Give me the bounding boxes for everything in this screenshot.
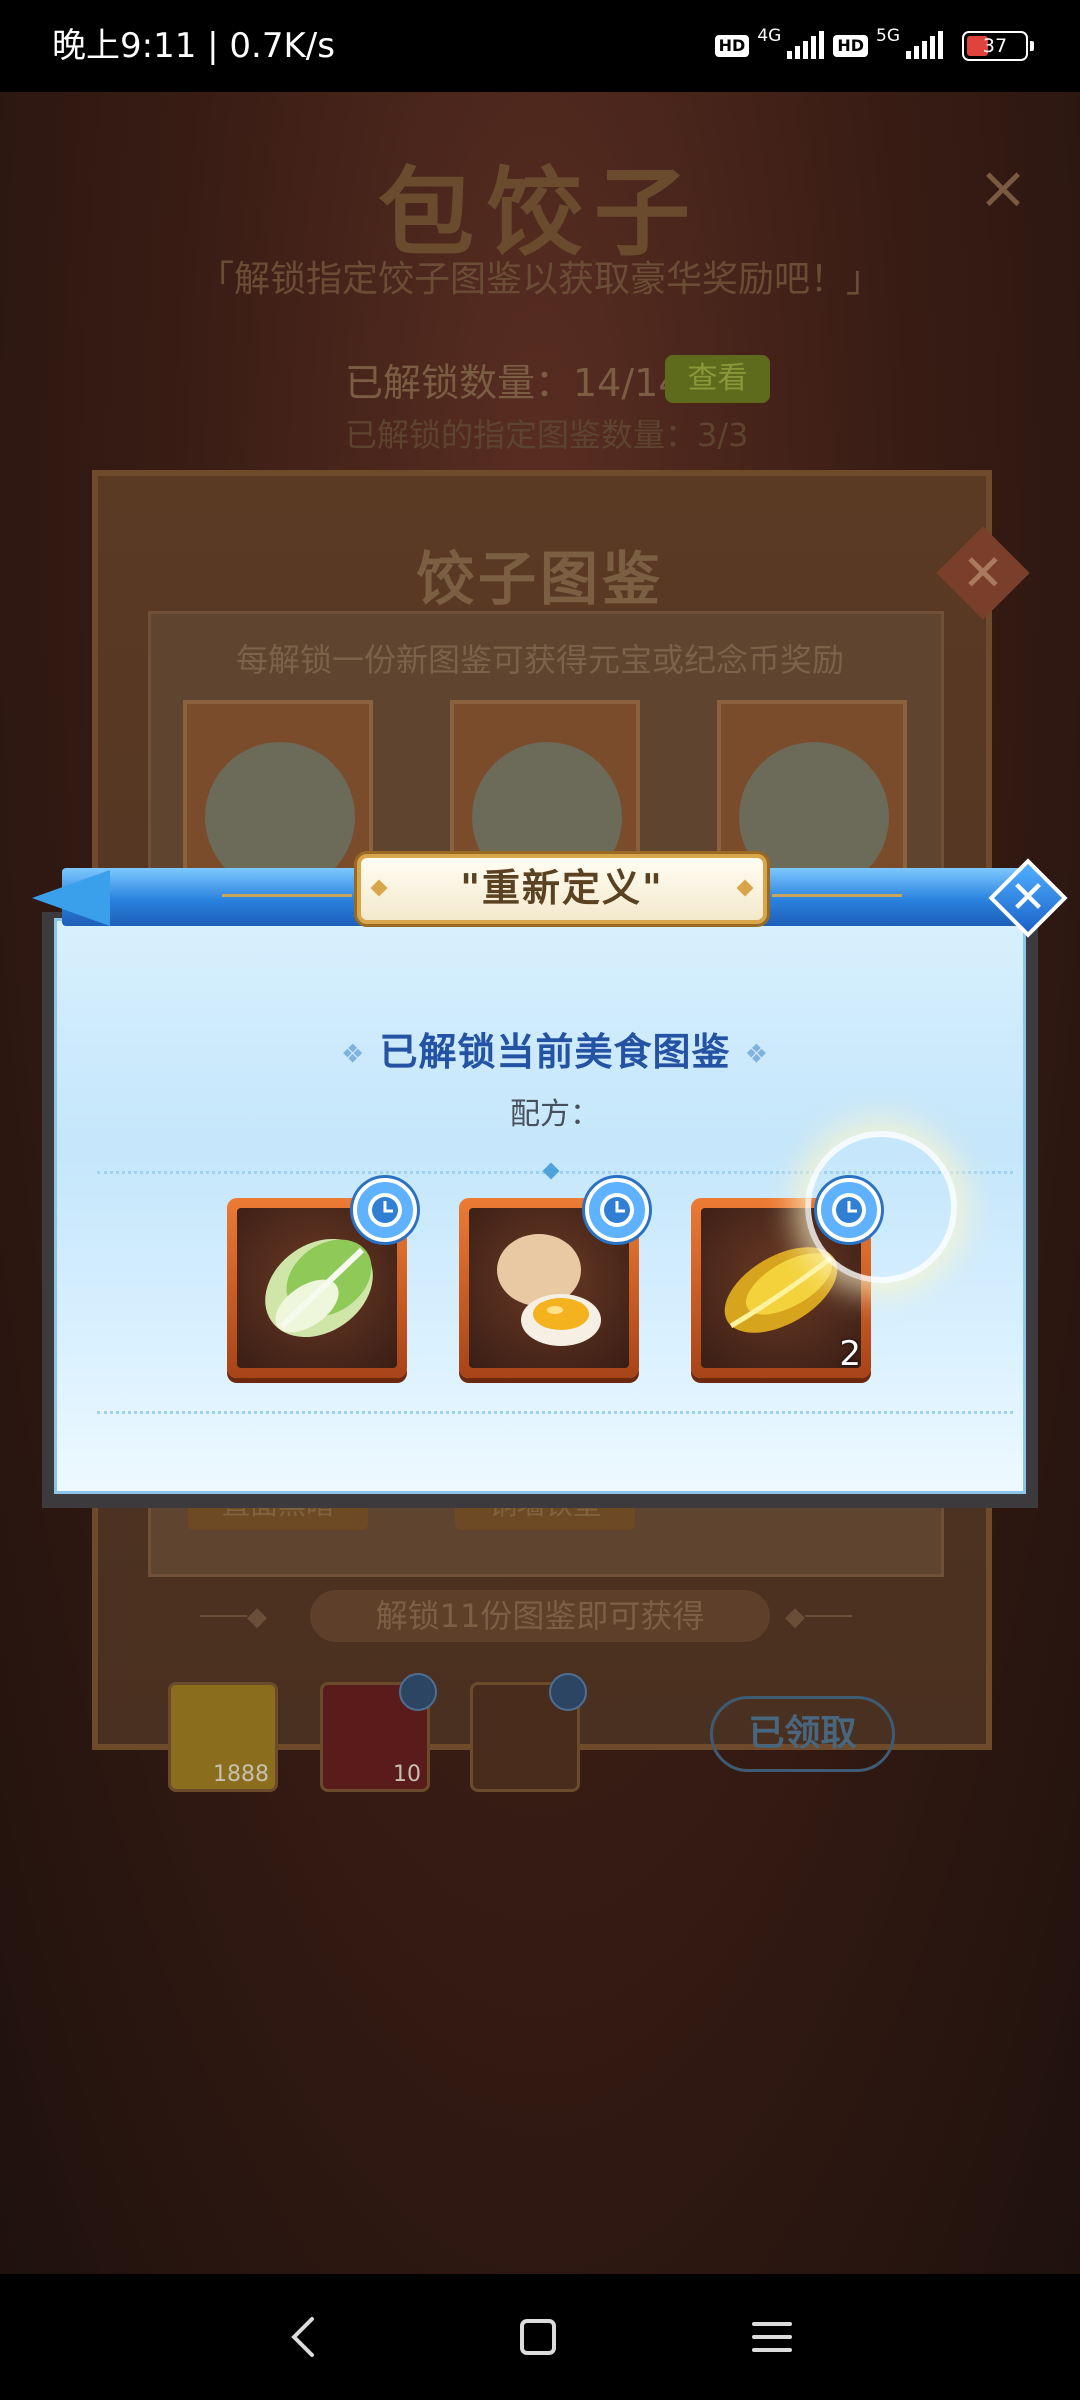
title-plate: "重新定义" (357, 854, 767, 924)
hd-badge: HD (714, 35, 750, 57)
battery-icon: 37 (962, 31, 1034, 61)
close-icon: ✕ (1009, 872, 1047, 923)
screen: 晚上9:11 | 0.7K/s HD 4G HD 5G 37 包饺子 × 「解锁… (0, 0, 1080, 2400)
header-rope (222, 894, 352, 897)
unlock-reward-banner: 解锁11份图鉴即可获得 (310, 1590, 770, 1642)
gold-ingot-icon: 1888 (168, 1682, 278, 1792)
recipe-unlocked-dialog: ❖ 已解锁当前美食图鉴 ❖ 配方： 2 "重新定义" ✕ (32, 854, 1068, 1508)
highlight-glow (805, 1131, 957, 1283)
network-type-label: 5G (876, 26, 900, 46)
signal-icon (906, 31, 943, 59)
dialog-frame: ❖ 已解锁当前美食图鉴 ❖ 配方： 2 (42, 912, 1038, 1508)
codex-card (183, 700, 373, 892)
divider-diamond-icon (542, 1162, 560, 1180)
codex-title: 饺子图鉴 (415, 545, 664, 613)
reward-count: 10 (393, 1762, 421, 1787)
status-time-speed: 晚上9:11 | 0.7K/s (52, 26, 335, 66)
hd-badge: HD (833, 35, 868, 57)
network-type-label: 4G (757, 26, 782, 46)
unlocked-designated-count: 已解锁的指定图鉴数量：3/3 (345, 416, 749, 454)
codex-description: 每解锁一份新图鉴可获得元宝或纪念币奖励 (235, 641, 844, 679)
banner-deco-icon: ◆─── (785, 1602, 852, 1632)
claimed-button: 已领取 (710, 1696, 895, 1772)
home-button[interactable] (508, 2307, 568, 2367)
header-rope (772, 894, 902, 897)
dialog-title: "重新定义" (460, 866, 664, 910)
heading-text: 已解锁当前美食图鉴 (379, 1030, 731, 1074)
check-button: 查看 (665, 355, 770, 403)
event-close-icon: × (977, 153, 1029, 223)
helmet-token-icon (470, 1673, 587, 1792)
unlocked-heading: ❖ 已解锁当前美食图鉴 ❖ (57, 1021, 1053, 1076)
signal-icon (787, 31, 825, 59)
codex-close-icon: ✕ (962, 544, 1004, 602)
reward-count: 1888 (213, 1762, 269, 1787)
dialog-header: "重新定义" (32, 854, 1038, 926)
timer-icon (585, 1178, 649, 1242)
menu-button[interactable] (742, 2307, 802, 2367)
event-subtitle: 「解锁指定饺子图鉴以获取豪华奖励吧！」 (197, 259, 882, 300)
timer-icon (353, 1178, 417, 1242)
dialog-panel: ❖ 已解锁当前美食图鉴 ❖ 配方： 2 (54, 918, 1026, 1494)
status-indicators: HD 4G HD 5G 37 (714, 26, 1034, 66)
ingredient-slot-cabbage[interactable] (227, 1178, 417, 1378)
unlocked-count: 已解锁数量：14/14 (345, 361, 683, 405)
battery-level: 37 (982, 35, 1008, 57)
sword-token-icon: 10 (320, 1673, 437, 1792)
clock-icon (549, 1673, 587, 1711)
recipe-label: 配方： (510, 1097, 600, 1132)
banner-deco-icon: ───◆ (200, 1602, 267, 1632)
clock-icon (399, 1673, 437, 1711)
navigation-bar (0, 2274, 1080, 2400)
ingredient-slot-egg[interactable] (459, 1178, 649, 1378)
close-button[interactable]: ✕ (988, 858, 1068, 938)
deco-icon: ❖ (744, 1039, 770, 1070)
back-button[interactable] (274, 2307, 334, 2367)
wing-decoration (32, 870, 110, 926)
ingredient-quantity: 2 (839, 1334, 861, 1374)
status-bar: 晚上9:11 | 0.7K/s HD 4G HD 5G 37 (0, 0, 1080, 92)
divider (97, 1411, 1013, 1414)
deco-icon: ❖ (340, 1039, 366, 1070)
